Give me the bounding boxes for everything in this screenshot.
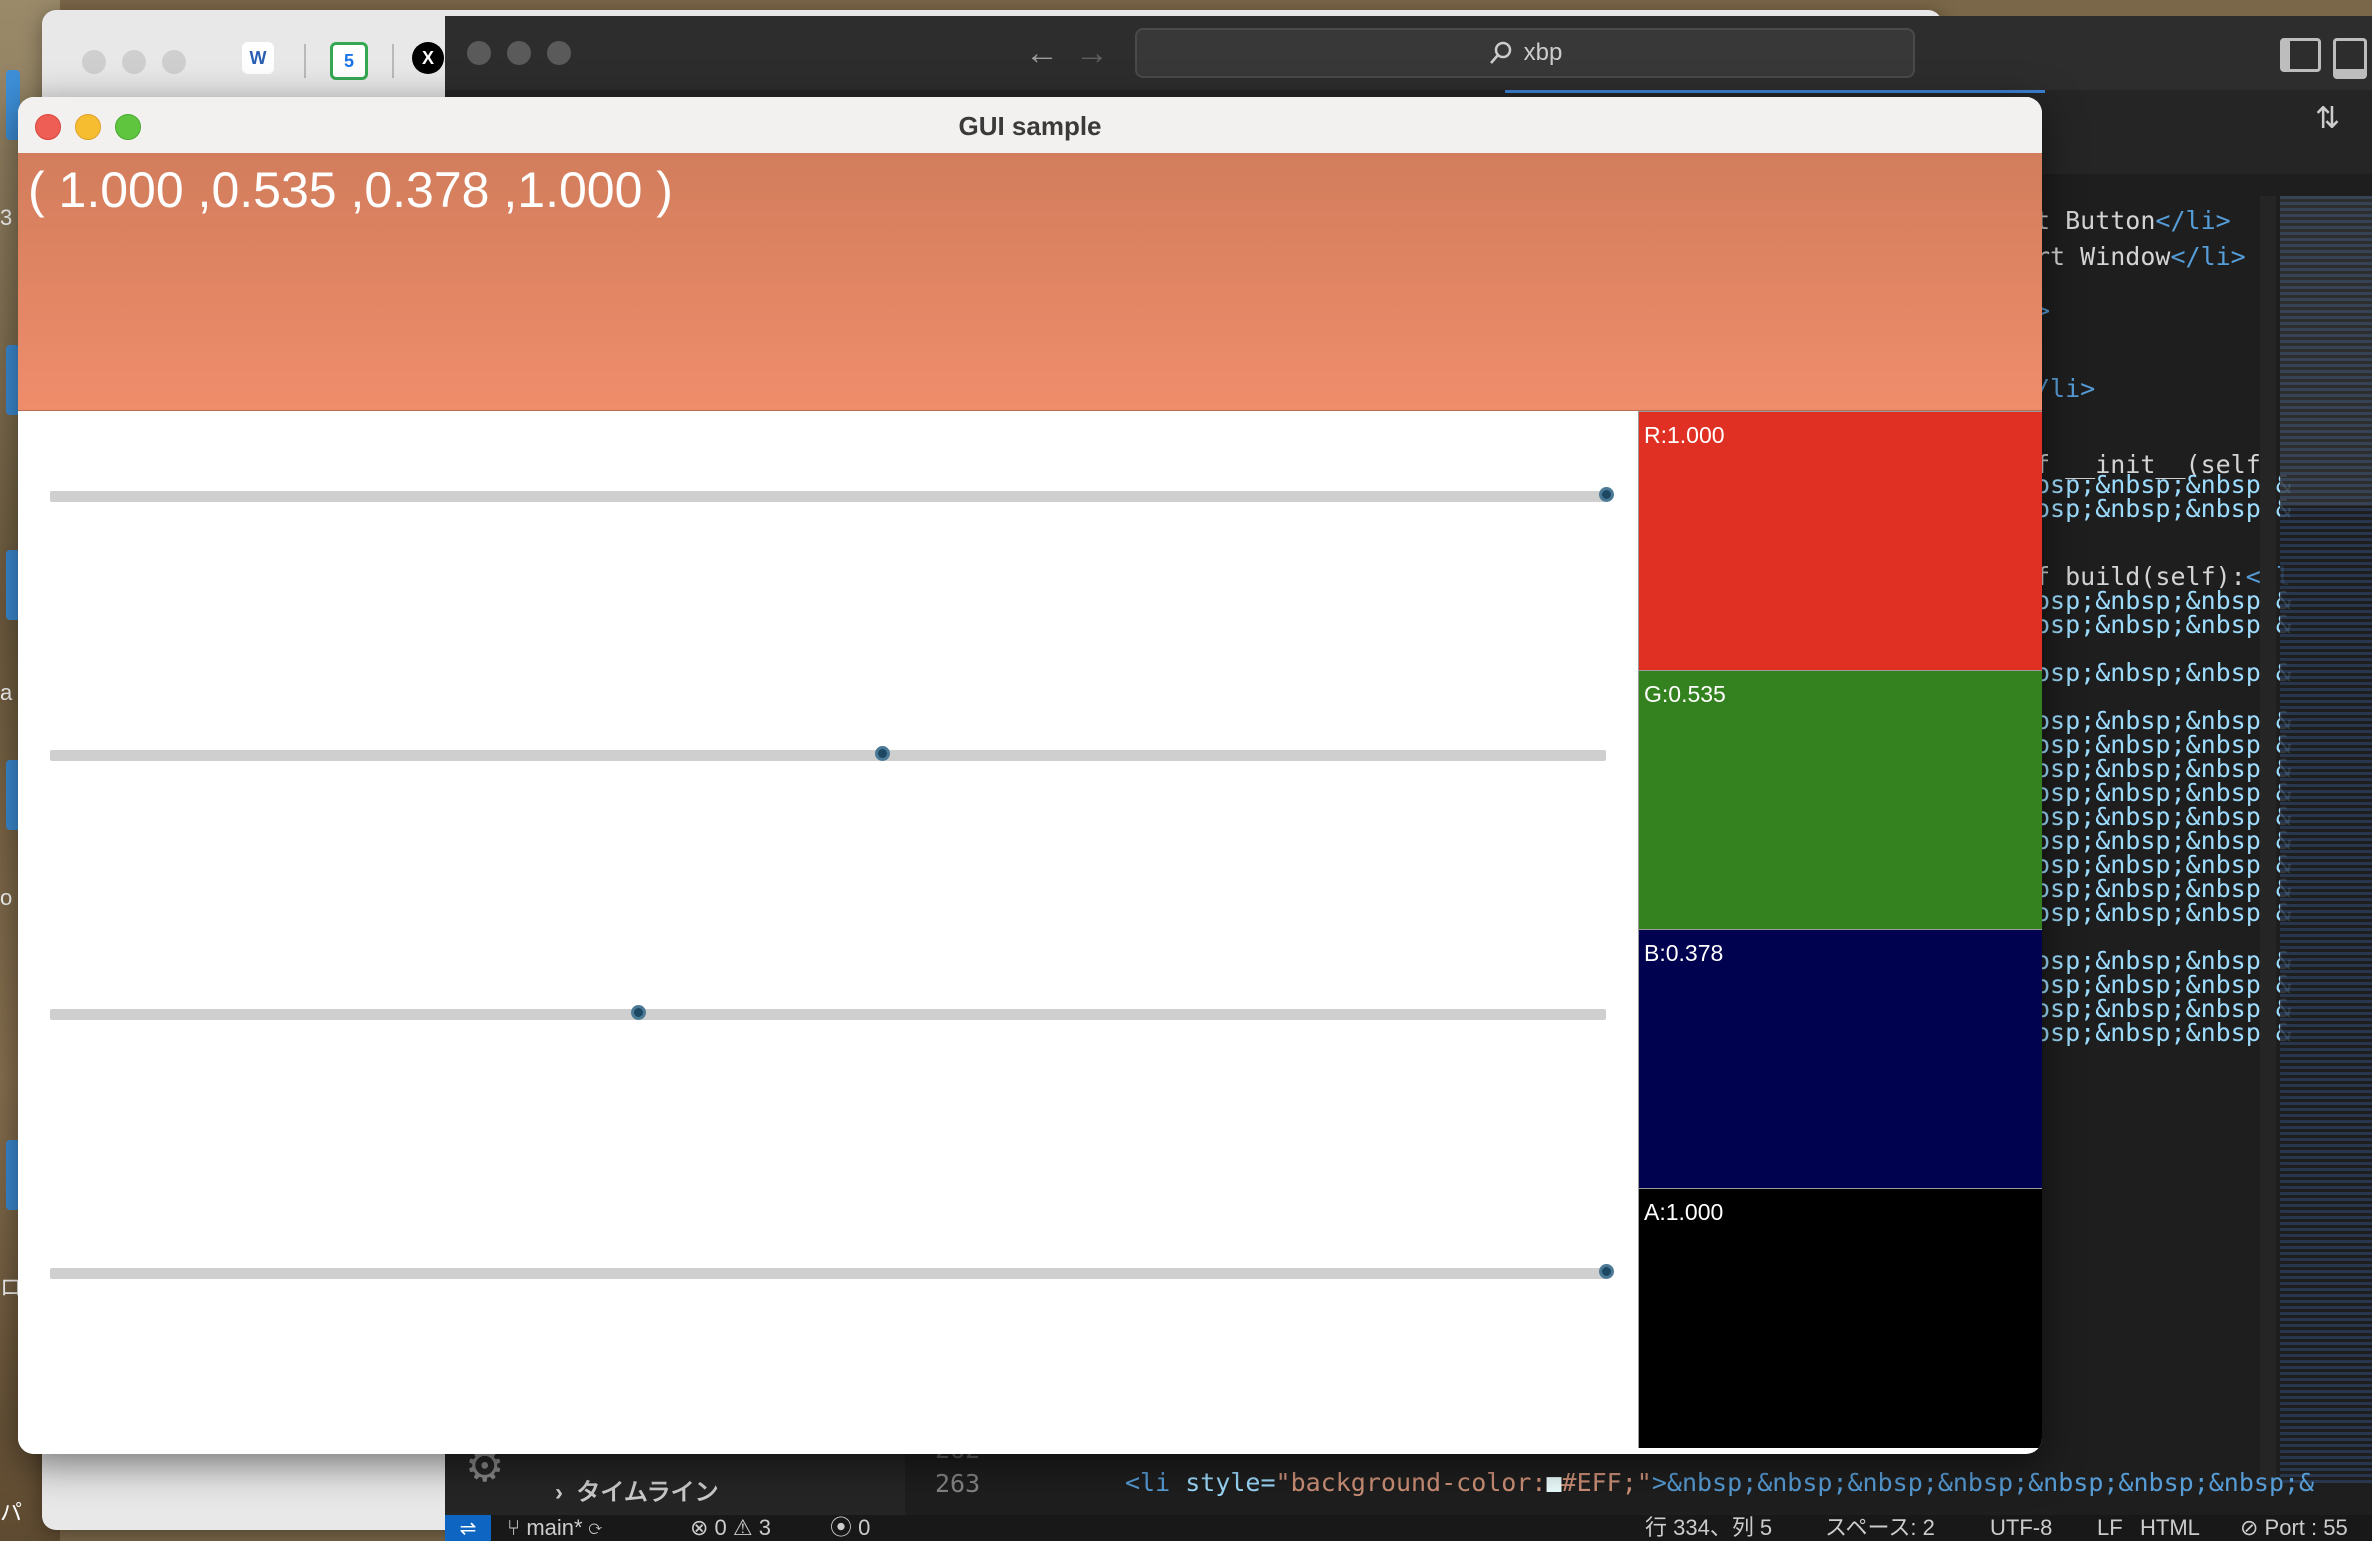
code-text: osp;&nbsp;&nbsp;& — [2035, 610, 2291, 639]
error-count: 0 — [714, 1515, 727, 1540]
code-text: rt Window — [2035, 242, 2171, 271]
code-line[interactable]: osp;&nbsp;&nbsp;& — [2035, 1018, 2291, 1047]
code-tag: </li> — [2170, 242, 2246, 271]
window-title: GUI sample — [958, 111, 1102, 141]
code-line[interactable]: <li style="background-color:■#EFF;">&nbs… — [1125, 1468, 2314, 1497]
browser-zoom-button[interactable] — [162, 50, 186, 74]
desktop-label: o — [0, 885, 13, 910]
desktop-label: パ — [0, 1500, 23, 1525]
port-status[interactable]: ⊘ Port : 55 — [2240, 1515, 2348, 1541]
browser-minimize-button[interactable] — [122, 50, 146, 74]
alpha-value-label: A:1.000 — [1644, 1199, 1724, 1225]
code-line[interactable]: osp;&nbsp;&nbsp;& — [2035, 494, 2291, 523]
source-control-icon[interactable]: ⇅ — [2315, 101, 2340, 136]
green-value-label: G:0.535 — [1644, 681, 1726, 707]
w-favicon-tab[interactable]: W — [242, 42, 274, 74]
blue-value-label: B:0.378 — [1644, 940, 1724, 966]
code-text: osp;&nbsp;&nbsp;& — [2035, 898, 2291, 927]
timeline-section[interactable]: › タイムライン — [555, 1472, 719, 1507]
red-slider-thumb[interactable] — [1599, 487, 1614, 502]
desktop-label: a — [0, 680, 13, 705]
code-line[interactable]: t Button</li> — [2035, 206, 2231, 235]
code-text: t Button — [2035, 206, 2156, 235]
timeline-label: タイムライン — [576, 1479, 719, 1506]
code-line[interactable]: osp;&nbsp;&nbsp;& — [2035, 658, 2291, 687]
code-text: >&nbsp;&nbsp;&nbsp;&nbsp;&nbsp;&nbsp;&nb… — [1651, 1468, 2315, 1497]
calendar-favicon-tab[interactable]: 5 — [330, 42, 368, 80]
back-arrow-icon[interactable]: ← — [1025, 34, 1059, 73]
warning-count: 3 — [758, 1515, 771, 1540]
branch-name: main* — [526, 1515, 583, 1540]
eol-status[interactable]: LF — [2097, 1515, 2123, 1541]
vscode-close-button[interactable] — [467, 41, 491, 65]
code-attr: style= — [1185, 1468, 1276, 1497]
cursor-position[interactable]: 行 334、列 5 — [1645, 1515, 1772, 1541]
red-slider-track[interactable] — [50, 491, 1606, 502]
gui-titlebar: GUI sample — [18, 97, 2042, 154]
code-text: osp;&nbsp;&nbsp;& — [2035, 1018, 2291, 1047]
blue-slider-track[interactable] — [50, 1009, 1606, 1020]
problems-status[interactable]: ⊗ 0 ⚠ 3 — [690, 1515, 771, 1541]
code-tag: <li — [1125, 1468, 1171, 1497]
code-text: osp;&nbsp;&nbsp;& — [2035, 658, 2291, 687]
code-editor[interactable]: t Button</li> rt Window</li> >/li> f __init… — [2035, 206, 2291, 1506]
toggle-panel-icon[interactable] — [2333, 38, 2367, 79]
code-tag: </li> — [2155, 206, 2231, 235]
code-string: #EFF;" — [1561, 1468, 1652, 1497]
code-line[interactable]: osp;&nbsp;&nbsp;& — [2035, 898, 2291, 927]
indent-status[interactable]: スペース: 2 — [1825, 1515, 1935, 1541]
green-slider-track[interactable] — [50, 750, 1606, 761]
color-swatch-icon: ■ — [1546, 1468, 1562, 1497]
code-line[interactable]: rt Window</li> — [2035, 242, 2246, 271]
vscode-zoom-button[interactable] — [547, 41, 571, 65]
ports-count: 0 — [858, 1515, 871, 1540]
active-tab-indicator — [1505, 90, 2045, 93]
blue-swatch: B:0.378 — [1638, 929, 2042, 1189]
vscode-titlebar: ← → xbp — [445, 16, 2372, 90]
encoding-status[interactable]: UTF-8 — [1990, 1515, 2052, 1541]
code-line[interactable]: /li> — [2035, 374, 2095, 403]
alpha-slider-thumb[interactable] — [1599, 1264, 1614, 1279]
color-preview: ( 1.000 ,0.535 ,0.378 ,1.000 ) — [18, 153, 2042, 411]
browser-close-button[interactable] — [82, 50, 106, 74]
green-swatch: G:0.535 — [1638, 670, 2042, 930]
code-text: osp;&nbsp;&nbsp;& — [2035, 494, 2291, 523]
minimap-slider[interactable] — [2280, 196, 2372, 506]
alpha-swatch: A:1.000 — [1638, 1188, 2042, 1448]
command-center-search[interactable]: xbp — [1135, 28, 1915, 78]
alpha-slider-track[interactable] — [50, 1268, 1606, 1279]
code-string: "background-color: — [1275, 1468, 1547, 1497]
search-text: xbp — [1523, 39, 1563, 66]
port-value: Port : 55 — [2264, 1515, 2348, 1540]
editor-scrollbar[interactable] — [2260, 196, 2276, 1486]
remote-icon[interactable]: ⇌ — [445, 1515, 491, 1541]
color-value-text: ( 1.000 ,0.535 ,0.378 ,1.000 ) — [28, 162, 673, 218]
ports-status[interactable]: ⦿ 0 — [830, 1515, 870, 1541]
red-swatch: R:1.000 — [1638, 411, 2042, 671]
tab-divider — [392, 44, 394, 78]
slider-panel — [18, 411, 1638, 1454]
line-number: 263 — [935, 1469, 981, 1498]
red-value-label: R:1.000 — [1644, 422, 1725, 448]
branch-status[interactable]: ⑂ main* ⟳ — [507, 1515, 602, 1541]
language-status[interactable]: HTML — [2140, 1515, 2200, 1541]
desktop-label: 3 — [0, 205, 13, 230]
x-favicon-tab[interactable]: X — [412, 42, 444, 74]
gui-sample-window: GUI sample ( 1.000 ,0.535 ,0.378 ,1.000 … — [18, 97, 2042, 1454]
status-bar: ⇌ ⑂ main* ⟳ ⊗ 0 ⚠ 3 ⦿ 0 行 334、列 5 スペース: … — [445, 1515, 2372, 1541]
vscode-minimize-button[interactable] — [507, 41, 531, 65]
search-icon — [1489, 41, 1511, 64]
code-tag: /li> — [2035, 374, 2096, 403]
tab-divider — [304, 44, 306, 78]
forward-arrow-icon[interactable]: → — [1075, 34, 1109, 73]
code-line[interactable]: osp;&nbsp;&nbsp;& — [2035, 610, 2291, 639]
toggle-sidebar-icon[interactable] — [2280, 38, 2321, 72]
